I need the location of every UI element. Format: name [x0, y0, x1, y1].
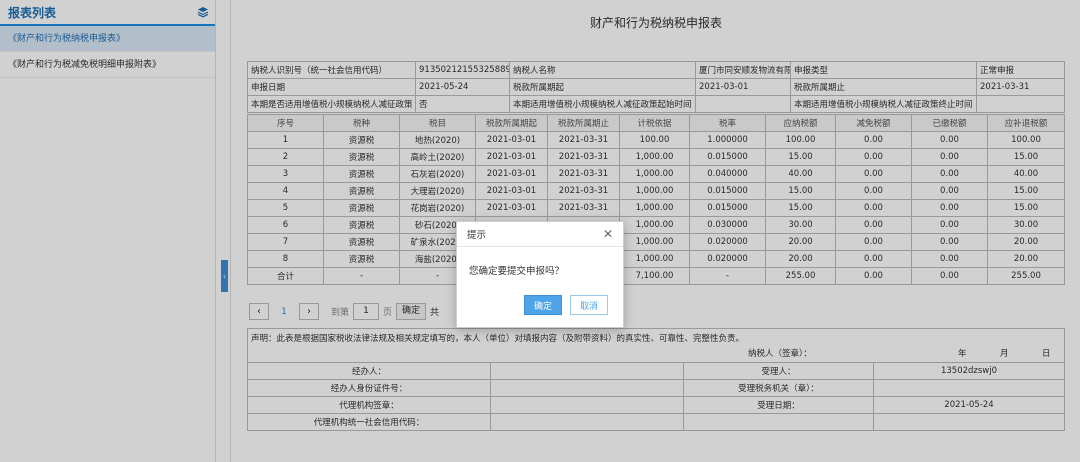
close-icon[interactable]: ✕ — [603, 227, 613, 241]
dialog-header: 提示 ✕ — [457, 222, 623, 247]
dialog-message: 您确定要提交申报吗？ — [469, 266, 565, 277]
dialog-title: 提示 — [467, 230, 487, 241]
cancel-button[interactable]: 取消 — [570, 295, 608, 315]
confirm-dialog: 提示 ✕ 您确定要提交申报吗？ 确定 取消 — [456, 221, 624, 328]
confirm-button[interactable]: 确定 — [524, 295, 562, 315]
